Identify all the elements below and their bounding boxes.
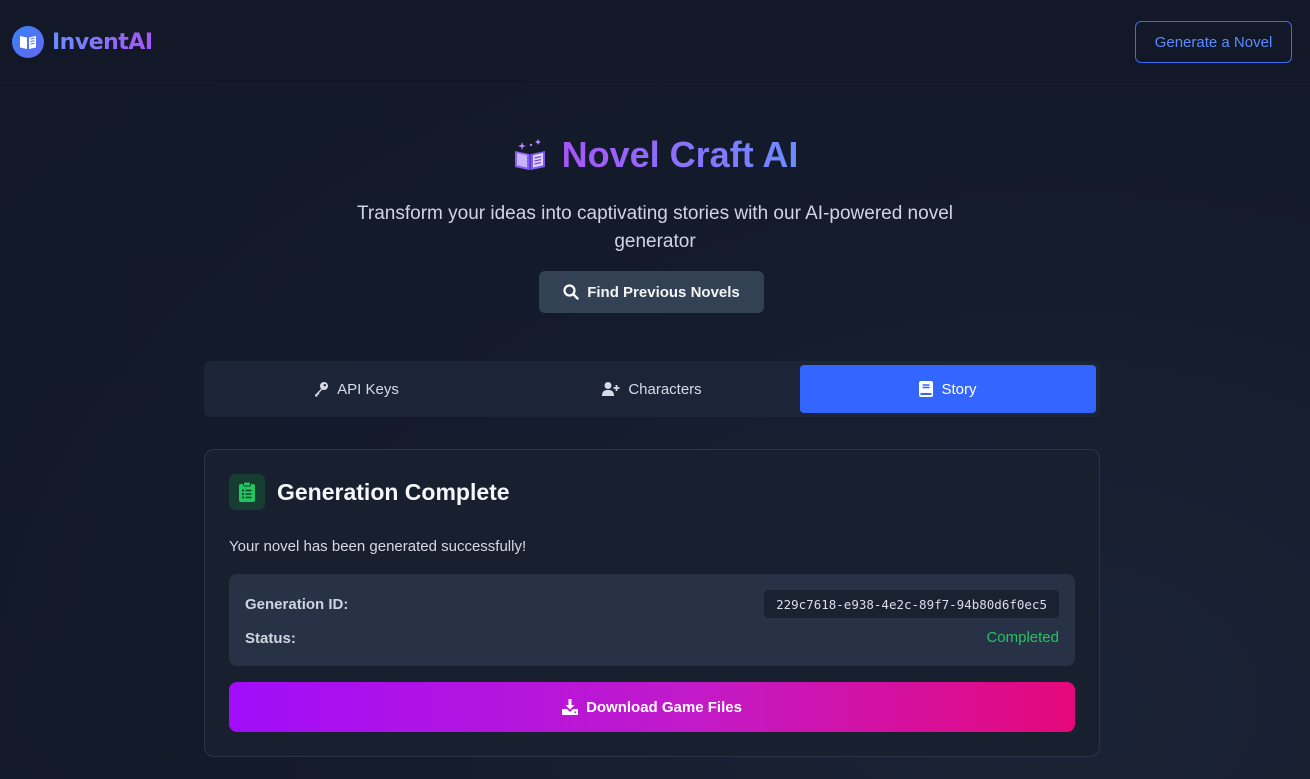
generation-info-box: Generation ID: 229c7618-e938-4e2c-89f7-9… [229, 574, 1075, 666]
brand[interactable]: InventAI [12, 26, 153, 58]
open-book-icon [12, 26, 44, 58]
download-game-files-button[interactable]: Download Game Files [229, 682, 1075, 732]
brand-name: InventAI [52, 29, 153, 55]
page-title: Novel Craft AI [0, 134, 1310, 176]
clipboard-list-icon [229, 474, 265, 510]
page-title-text: Novel Craft AI [561, 134, 799, 175]
tab-characters-label: Characters [628, 380, 702, 398]
download-icon [562, 699, 579, 715]
find-previous-novels-label: Find Previous Novels [587, 283, 740, 301]
top-navbar: InventAI Generate a Novel [0, 0, 1310, 84]
tab-characters[interactable]: Characters [504, 365, 800, 413]
download-game-files-label: Download Game Files [586, 698, 742, 716]
generate-novel-button[interactable]: Generate a Novel [1135, 21, 1292, 63]
tab-api-keys[interactable]: API Keys [208, 365, 504, 413]
card-header: Generation Complete [229, 474, 510, 510]
generation-result-card: Generation Complete Your novel has been … [204, 449, 1100, 757]
tab-story-label: Story [941, 380, 977, 398]
page-subtitle: Transform your ideas into captivating st… [357, 203, 953, 252]
status-badge: Completed [986, 629, 1059, 646]
find-previous-novels-button[interactable]: Find Previous Novels [539, 271, 764, 313]
user-plus-icon [602, 381, 620, 397]
search-icon [563, 284, 579, 300]
magic-book-icon [512, 137, 548, 173]
generation-id-label: Generation ID: [245, 596, 349, 613]
card-title: Generation Complete [277, 478, 510, 505]
success-message: Your novel has been generated successful… [229, 538, 527, 555]
generation-id-value: 229c7618-e938-4e2c-89f7-94b80d6f0ec5 [764, 590, 1059, 618]
tab-story[interactable]: Story [800, 365, 1096, 413]
tab-bar: API Keys Characters Story [204, 361, 1100, 417]
book-icon [919, 381, 934, 397]
status-label: Status: [245, 630, 296, 647]
tab-api-keys-label: API Keys [337, 380, 399, 398]
key-icon [313, 381, 329, 397]
